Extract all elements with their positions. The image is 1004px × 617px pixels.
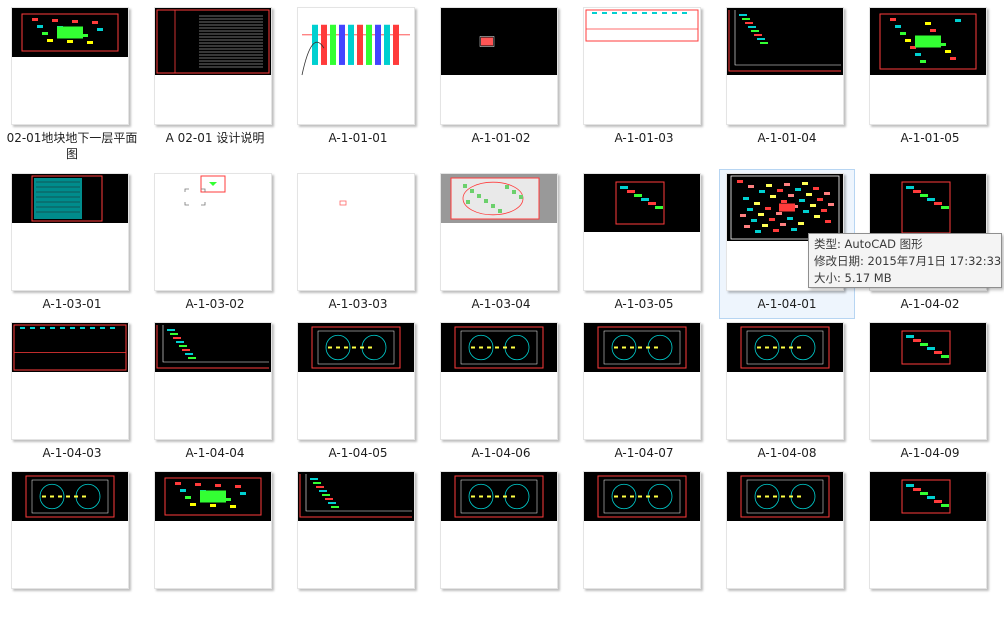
file-name-label: A-1-04-07 [614, 446, 674, 460]
cad-drawing-thumbnail [440, 173, 558, 291]
file-name-label: A-1-03-04 [471, 297, 531, 311]
file-name-label: A-1-03-02 [185, 297, 245, 311]
file-item[interactable]: A-1-04-09 [862, 318, 998, 468]
cad-drawing-thumbnail [440, 471, 558, 589]
file-name-label: 02-01地块地下一层平面图 [6, 131, 138, 161]
cad-drawing-thumbnail [297, 471, 415, 589]
file-item[interactable] [147, 467, 283, 617]
cad-drawing-thumbnail [583, 322, 701, 440]
cad-drawing-thumbnail [726, 471, 844, 589]
tooltip-type: 类型: AutoCAD 图形 [814, 237, 923, 251]
cad-drawing-thumbnail [726, 7, 844, 125]
file-name-label: A-1-03-03 [328, 297, 388, 311]
cad-drawing-thumbnail [154, 322, 272, 440]
file-item[interactable]: A-1-04-05 [290, 318, 426, 468]
file-name-label: A-1-04-03 [42, 446, 102, 460]
cad-drawing-thumbnail [154, 7, 272, 125]
file-name-label: A-1-01-04 [757, 131, 817, 145]
file-name-label: A-1-04-09 [900, 446, 960, 460]
cad-drawing-thumbnail [11, 7, 129, 125]
cad-drawing-thumbnail [11, 322, 129, 440]
cad-drawing-thumbnail [869, 7, 987, 125]
file-name-label: A-1-04-05 [328, 446, 388, 460]
file-item[interactable] [862, 467, 998, 617]
file-item[interactable]: A-1-03-03 [290, 169, 426, 319]
file-item[interactable]: A-1-01-04 [719, 3, 855, 153]
file-item[interactable] [4, 467, 140, 617]
cad-drawing-thumbnail [440, 7, 558, 125]
file-name-label: A-1-04-02 [900, 297, 960, 311]
file-name-label: A-1-01-02 [471, 131, 531, 145]
file-name-label: A-1-03-01 [42, 297, 102, 311]
file-name-label: A-1-03-05 [614, 297, 674, 311]
file-item[interactable]: A-1-01-05 [862, 3, 998, 153]
file-item[interactable]: A 02-01 设计说明 [147, 3, 283, 153]
file-name-label: A-1-01-03 [614, 131, 674, 145]
tooltip-size: 大小: 5.17 MB [814, 271, 892, 285]
file-info-tooltip: 类型: AutoCAD 图形 修改日期: 2015年7月1日 17:32:33 … [808, 233, 1002, 288]
cad-drawing-thumbnail [11, 471, 129, 589]
file-name-label: A-1-04-01 [757, 297, 817, 311]
file-name-label: A 02-01 设计说明 [165, 131, 265, 145]
cad-drawing-thumbnail [583, 173, 701, 291]
cad-drawing-thumbnail [297, 322, 415, 440]
file-item[interactable]: A-1-04-07 [576, 318, 712, 468]
file-item[interactable]: A-1-01-02 [433, 3, 569, 153]
file-item[interactable]: A-1-03-04 [433, 169, 569, 319]
file-name-label: A-1-04-08 [757, 446, 817, 460]
cad-drawing-thumbnail [583, 471, 701, 589]
cad-drawing-thumbnail [869, 471, 987, 589]
cad-drawing-thumbnail [297, 173, 415, 291]
cad-drawing-thumbnail [440, 322, 558, 440]
file-item[interactable]: A-1-04-06 [433, 318, 569, 468]
file-item[interactable] [433, 467, 569, 617]
file-item[interactable]: A-1-01-01 [290, 3, 426, 153]
cad-drawing-thumbnail [869, 322, 987, 440]
cad-drawing-thumbnail [154, 471, 272, 589]
cad-drawing-thumbnail [11, 173, 129, 291]
cad-drawing-thumbnail [154, 173, 272, 291]
file-item[interactable]: 02-01地块地下一层平面图 [4, 3, 140, 161]
file-item[interactable]: A-1-01-03 [576, 3, 712, 153]
cad-drawing-thumbnail [726, 322, 844, 440]
file-item[interactable]: A-1-03-02 [147, 169, 283, 319]
cad-drawing-thumbnail [297, 7, 415, 125]
file-item[interactable] [719, 467, 855, 617]
file-item[interactable]: A-1-04-04 [147, 318, 283, 468]
file-item[interactable] [576, 467, 712, 617]
tooltip-modified-date: 修改日期: 2015年7月1日 17:32:33 [814, 254, 1002, 268]
file-name-label: A-1-04-04 [185, 446, 245, 460]
file-item[interactable]: A-1-03-05 [576, 169, 712, 319]
cad-drawing-thumbnail [583, 7, 701, 125]
file-name-label: A-1-01-01 [328, 131, 388, 145]
file-name-label: A-1-01-05 [900, 131, 960, 145]
file-name-label: A-1-04-06 [471, 446, 531, 460]
file-item[interactable]: A-1-04-03 [4, 318, 140, 468]
file-item[interactable]: A-1-04-08 [719, 318, 855, 468]
file-item[interactable]: A-1-03-01 [4, 169, 140, 319]
file-item[interactable] [290, 467, 426, 617]
